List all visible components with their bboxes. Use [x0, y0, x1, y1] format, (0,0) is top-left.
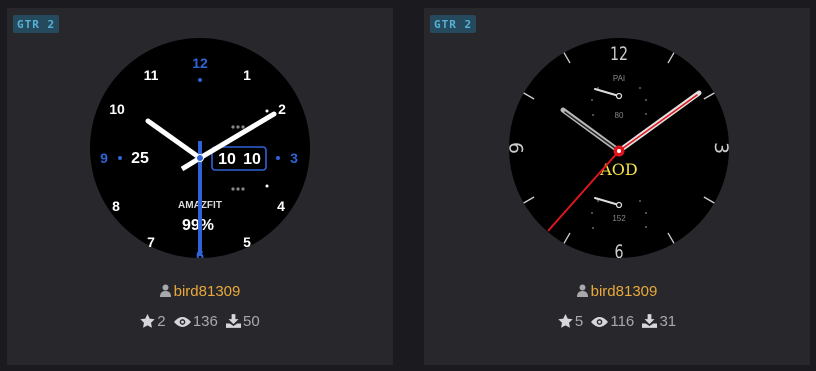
- digital-minutes: 10: [243, 151, 261, 168]
- author-name: bird81309: [590, 283, 658, 300]
- stats-row: 5 116 31: [424, 313, 810, 330]
- downloads-stat: 31: [642, 313, 676, 330]
- device-badge: GTR 2: [13, 15, 60, 33]
- star-icon: [558, 314, 573, 328]
- star-icon: [140, 314, 155, 328]
- digital-hours: 10: [218, 151, 236, 168]
- pai-label: PAI: [613, 74, 625, 83]
- author-name: bird81309: [173, 283, 241, 300]
- watchface-card[interactable]: GTR 2 12 6 3 9 PAI 80: [424, 8, 810, 365]
- hour-marker: [118, 156, 122, 160]
- watchface-card[interactable]: GTR 2 12 1 2 3 4 5 6 7 8 9 10 11: [7, 8, 393, 365]
- hour-marker: [198, 78, 202, 82]
- steps-value: 152: [612, 214, 626, 223]
- watchface-preview[interactable]: 12 6 3 9 PAI 80 152 AOD: [509, 38, 729, 258]
- eye-icon: [591, 317, 609, 327]
- pai-value: 80: [615, 111, 624, 120]
- download-icon: [642, 314, 658, 328]
- hour-numeral: 7: [147, 234, 155, 250]
- minute-dot: [265, 184, 269, 188]
- hour-numeral: 1: [243, 67, 251, 83]
- user-icon: [576, 284, 588, 297]
- device-badge: GTR 2: [430, 15, 477, 33]
- hour-marker: [276, 156, 280, 160]
- hour-numeral: 8: [112, 198, 120, 214]
- hour-numeral: 4: [277, 198, 285, 214]
- user-icon: [159, 284, 171, 297]
- hour-numeral: 5: [243, 234, 251, 250]
- views-stat: 116: [591, 313, 634, 330]
- author-link[interactable]: bird81309: [7, 283, 393, 300]
- hour-numeral: 11: [144, 67, 159, 83]
- dial-numeral: 9: [509, 142, 528, 154]
- hour-numeral: 12: [192, 55, 208, 71]
- hour-numeral: 3: [290, 150, 298, 166]
- minute-dot: [265, 109, 269, 113]
- views-stat: 136: [173, 313, 218, 330]
- favorites-stat: 5: [558, 313, 583, 330]
- day-complication: 25: [131, 150, 149, 167]
- author-link[interactable]: bird81309: [424, 283, 810, 300]
- hour-numeral: 2: [278, 101, 286, 117]
- stats-row: 2 136 50: [7, 313, 393, 330]
- dial-numeral: 6: [614, 240, 623, 258]
- download-icon: [226, 314, 242, 328]
- downloads-stat: 50: [226, 313, 260, 330]
- favorites-stat: 2: [140, 313, 166, 330]
- hour-numeral: 9: [100, 150, 108, 166]
- dial-numeral: 12: [610, 42, 628, 65]
- watchface-preview[interactable]: 12 1 2 3 4 5 6 7 8 9 10 11 25 10 10 AMAZ…: [90, 38, 310, 258]
- eye-icon: [173, 317, 191, 327]
- hour-numeral: 10: [109, 101, 125, 117]
- aod-label: AOD: [599, 160, 638, 179]
- dial-numeral: 3: [710, 142, 729, 154]
